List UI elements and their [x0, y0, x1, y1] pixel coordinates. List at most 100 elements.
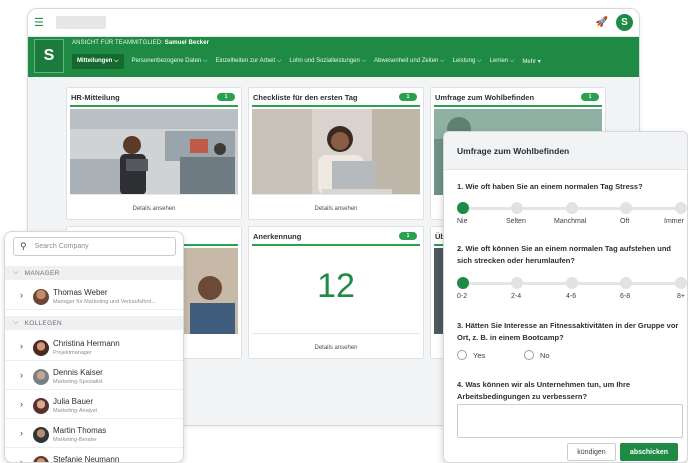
colleague-row[interactable]: › Martin Thomas Marketing-Berater [5, 420, 183, 448]
chevron-down-icon: ⌵ [13, 319, 19, 326]
details-link[interactable]: Details ansehen [249, 345, 423, 351]
nav-item-leistung[interactable]: Leistung ⌵ [453, 58, 482, 65]
stress-scale[interactable]: Nie Selten Manchmal Oft Immer [457, 202, 687, 230]
title-rule [252, 244, 420, 246]
nav-item-personenbezogene-daten[interactable]: Personenbezogene Daten ⌵ [132, 58, 208, 65]
scale-option[interactable] [675, 202, 687, 214]
user-avatar[interactable]: S [616, 14, 633, 31]
scale-option[interactable] [675, 277, 687, 289]
nav-item-mitteilungen[interactable]: Mitteilungen ⌵ [72, 54, 124, 69]
rocket-icon[interactable]: 🚀 [596, 17, 608, 28]
main-nav: Mitteilungen ⌵ Personenbezogene Daten ⌵ … [72, 54, 549, 69]
cancel-button[interactable]: kündigen [567, 443, 616, 461]
colleague-row[interactable]: › Dennis Kaiser Marketing-Spezialist [5, 362, 183, 390]
person-role: Projektmanager [53, 350, 92, 356]
radio-label: Yes [473, 350, 486, 360]
title-rule [70, 105, 238, 107]
avatar [33, 340, 49, 356]
divider [70, 194, 238, 195]
avatar [33, 289, 49, 305]
scale-label: Oft [620, 218, 630, 225]
nav-item-mehr[interactable]: Mehr ▾ [522, 58, 540, 65]
scale-label: Selten [506, 218, 526, 225]
card-hr-mitteilung: HR-Mitteilung 1 Details ansehen [66, 87, 242, 220]
avatar [33, 369, 49, 385]
details-link[interactable]: Details ansehen [67, 206, 241, 212]
survey-panel: Umfrage zum Wohlbefinden 1. Wie oft habe… [443, 131, 688, 463]
view-as-prefix: ANSICHT FÜR TEAMMITGLIED: [72, 40, 163, 46]
card-title: Umfrage zum Wohlbefinden [435, 93, 535, 102]
manager-section-header[interactable]: ⌵ MANAGER [5, 266, 183, 280]
global-search-bar[interactable] [56, 16, 106, 29]
radio-no[interactable]: No [524, 350, 550, 360]
header-bar: S ANSICHT FÜR TEAMMITGLIED: Samuel Becke… [28, 37, 639, 77]
view-as-name: Samuel Becker [164, 40, 210, 46]
movement-scale[interactable]: 0-2 2-4 4-6 6-8 8+ [457, 277, 687, 305]
submit-button[interactable]: abschicken [620, 443, 678, 461]
person-name: Stefanie Neumann [53, 455, 120, 463]
chevron-right-icon: › [20, 341, 23, 351]
avatar [33, 456, 49, 462]
manager-row[interactable]: › Thomas Weber Manager für Marketing und… [5, 282, 183, 310]
scale-option[interactable] [511, 277, 523, 289]
scale-label: 8+ [677, 293, 685, 300]
top-bar: ☰ 🚀 S [28, 9, 639, 37]
improvement-textarea[interactable] [457, 404, 683, 438]
nav-item-abwesenheit-und-zeiten[interactable]: Abwesenheit und Zeiten ⌵ [374, 58, 445, 65]
person-role: Manager für Marketing und Verkaufsförd..… [53, 299, 157, 305]
colleague-row[interactable]: › Julia Bauer Marketing-Analyst [5, 391, 183, 419]
company-search-input[interactable]: ⚲ Search Company [13, 237, 176, 256]
person-name: Dennis Kaiser [53, 368, 103, 377]
colleague-row[interactable]: › Christina Hermann Projektmanager [5, 333, 183, 361]
card-checkliste: Checkliste für den ersten Tag 1 Details … [248, 87, 424, 220]
colleague-row[interactable]: › Stefanie Neumann [5, 449, 183, 463]
radio-circle [524, 350, 534, 360]
scale-option[interactable] [620, 277, 632, 289]
count-badge: 1 [217, 93, 235, 101]
person-role: Marketing-Analyst [53, 408, 98, 414]
card-title: HR-Mitteilung [71, 93, 120, 102]
divider [252, 333, 420, 334]
title-rule [252, 105, 420, 107]
count-badge: 1 [581, 93, 599, 101]
section-label: KOLLEGEN [24, 319, 63, 327]
company-logo: S [34, 39, 64, 73]
radio-yes[interactable]: Yes [457, 350, 485, 360]
card-image [252, 109, 420, 195]
title-rule [434, 105, 602, 107]
chevron-right-icon: › [20, 399, 23, 409]
scale-option-selected[interactable] [457, 277, 469, 289]
chevron-right-icon: › [20, 457, 23, 463]
scale-option[interactable] [566, 277, 578, 289]
scale-label: 6-8 [620, 293, 631, 300]
scale-label: Nie [457, 218, 468, 225]
person-name: Julia Bauer [53, 397, 94, 406]
person-name: Martin Thomas [53, 426, 107, 435]
scale-option-selected[interactable] [457, 202, 469, 214]
scale-option[interactable] [566, 202, 578, 214]
radio-circle [457, 350, 467, 360]
radio-label: No [540, 350, 550, 360]
details-link[interactable]: Details ansehen [249, 206, 423, 212]
scale-label: 0-2 [457, 293, 468, 300]
chevron-right-icon: › [20, 370, 23, 380]
question-4: 4. Was können wir als Unternehmen tun, u… [457, 380, 631, 401]
scale-option[interactable] [511, 202, 523, 214]
question-1: 1. Wie oft haben Sie an einem normalen T… [457, 182, 643, 191]
nav-item-lernen[interactable]: Lernen ⌵ [490, 58, 515, 65]
office-photo [70, 109, 238, 195]
menu-icon[interactable]: ☰ [34, 17, 46, 29]
nav-item-lohn-und-sozialleistungen[interactable]: Lohn und Sozialleistungen ⌵ [289, 58, 366, 65]
person-name: Thomas Weber [53, 288, 108, 297]
card-image [70, 109, 238, 195]
scale-option[interactable] [620, 202, 632, 214]
chevron-down-icon: ⌵ [13, 269, 19, 276]
colleagues-section-header[interactable]: ⌵ KOLLEGEN [5, 316, 183, 330]
nav-item-einzelheiten-zur-arbeit[interactable]: Einzelheiten zur Arbeit ⌵ [215, 58, 281, 65]
avatar [33, 427, 49, 443]
scale-label: Manchmal [554, 218, 587, 225]
search-placeholder: Search Company [34, 243, 89, 250]
card-title: Anerkennung [253, 232, 302, 241]
laptop-woman-photo [252, 109, 420, 195]
card-title: Checkliste für den ersten Tag [253, 93, 358, 102]
